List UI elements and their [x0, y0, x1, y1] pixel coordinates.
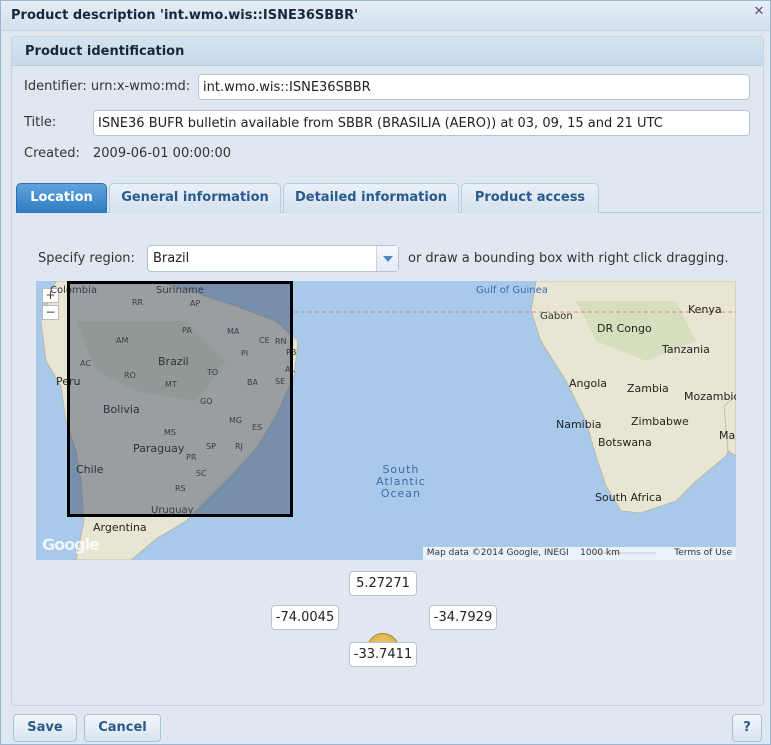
help-button[interactable]: ? [732, 714, 762, 742]
title-label: Title: [24, 115, 57, 130]
title-field[interactable] [93, 110, 750, 136]
identifier-field[interactable] [198, 74, 750, 100]
cancel-button[interactable]: Cancel [84, 714, 161, 742]
created-value: 2009-06-01 00:00:00 [93, 146, 232, 161]
map-label-angola: Angola [569, 377, 608, 390]
map-label-mozambique: Mozambiq [684, 390, 736, 403]
tab-general-information[interactable]: General information [109, 183, 281, 213]
window-titlebar[interactable]: Product description 'int.wmo.wis::ISNE36… [1, 1, 770, 31]
bbox-east-field[interactable]: -34.7929 [429, 605, 497, 630]
region-select-value: Brazil [153, 251, 190, 266]
map-data-credit: Map data ©2014 Google, INEGI [426, 548, 569, 558]
map-label-tanzania: Tanzania [662, 343, 710, 356]
map-label-zimbabwe: Zimbabwe [631, 415, 689, 428]
map-label-madagascar: Mad [719, 429, 736, 442]
bbox-west-field[interactable]: -74.0045 [271, 605, 339, 630]
window-title: Product description 'int.wmo.wis::ISNE36… [11, 8, 359, 23]
tab-location[interactable]: Location [16, 183, 107, 213]
map-label-argentina: Argentina [93, 521, 147, 534]
section-header[interactable]: Product identification [12, 37, 763, 66]
bbox-south-field[interactable]: -33.7411 [349, 642, 417, 667]
product-description-window: Product description 'int.wmo.wis::ISNE36… [0, 0, 771, 745]
chevron-down-icon[interactable] [376, 246, 398, 271]
tab-product-access[interactable]: Product access [461, 183, 599, 213]
map-scale: 1000 km [580, 548, 620, 558]
location-tab-panel: Specify region: Brazil or draw a boundin… [15, 213, 762, 703]
map-label-drcongo: DR Congo [597, 322, 652, 335]
map-label-gabon: Gabon [540, 311, 573, 322]
region-select[interactable]: Brazil [147, 245, 399, 272]
bounding-box[interactable] [67, 281, 293, 517]
region-label: Specify region: [38, 251, 135, 266]
map-label-gulf: Gulf of Guinea [476, 285, 548, 296]
map-label-kenya: Kenya [688, 303, 722, 316]
close-icon[interactable]: ✕ [752, 5, 766, 19]
map-label-namibia: Namibia [556, 418, 602, 431]
terms-link[interactable]: Terms of Use [674, 548, 732, 558]
section-title: Product identification [25, 44, 185, 59]
zoom-out-button[interactable]: − [42, 305, 59, 320]
save-button[interactable]: Save [13, 714, 77, 742]
bbox-north-field[interactable]: 5.27271 [349, 571, 417, 596]
tab-detailed-information[interactable]: Detailed information [283, 183, 459, 213]
map-attribution: Map data ©2014 Google, INEGI 1000 km Ter… [422, 547, 736, 560]
map-view[interactable]: + − Colombia Suriname Brazil Peru Bolivi… [36, 281, 736, 560]
google-logo: Google [42, 535, 100, 554]
tab-bar: Location General information Detailed in… [15, 183, 762, 213]
map-label-botswana: Botswana [598, 436, 652, 449]
map-label-southafrica: South Africa [595, 491, 662, 504]
region-hint: or draw a bounding box with right click … [408, 251, 729, 266]
created-label: Created: [24, 146, 80, 161]
identifier-label: Identifier: urn:x-wmo:md: [24, 79, 191, 94]
product-identification-panel: Product identification Identifier: urn:x… [11, 36, 764, 706]
map-label-zambia: Zambia [627, 382, 669, 395]
map-label-ocean: South Atlantic Ocean [376, 463, 426, 500]
